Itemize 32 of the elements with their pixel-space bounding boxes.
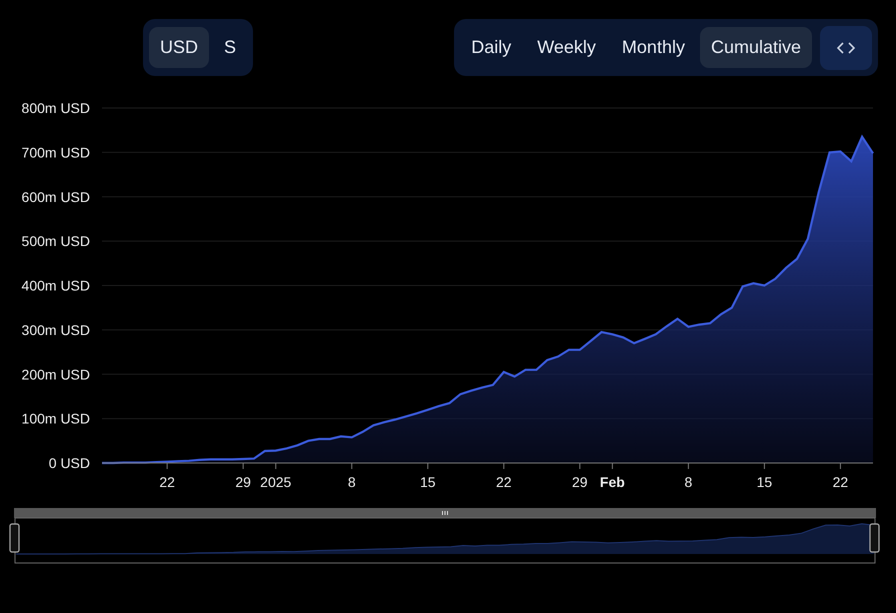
y-axis-label: 0 USD (48, 455, 90, 471)
x-axis-label: 8 (348, 474, 356, 490)
x-axis-label: 29 (235, 474, 251, 490)
x-axis-label: Feb (600, 474, 625, 490)
x-axis-label: 15 (420, 474, 436, 490)
period-tab[interactable]: Monthly (610, 27, 696, 68)
y-axis-label: 400m USD (22, 278, 90, 294)
period-tab[interactable]: Cumulative (700, 27, 812, 68)
period-tab[interactable]: Weekly (526, 27, 607, 68)
currency-button[interactable]: USD (149, 27, 210, 68)
x-axis-label: 22 (496, 474, 512, 490)
x-axis-label: 29 (572, 474, 588, 490)
y-axis-label: 100m USD (22, 410, 90, 427)
period-tab[interactable]: Daily (460, 27, 522, 68)
x-axis-label: 22 (159, 474, 175, 490)
code-icon (837, 42, 855, 54)
y-axis-label: 600m USD (22, 188, 90, 205)
range-handle[interactable] (9, 523, 20, 553)
y-axis-label: 300m USD (22, 322, 90, 338)
range-handle[interactable] (869, 523, 880, 553)
x-axis-label: 8 (684, 474, 692, 490)
y-axis-label: 700m USD (22, 144, 90, 160)
slider-bar[interactable] (14, 508, 876, 518)
grip-icon (442, 511, 448, 515)
x-axis-label: 2025 (260, 474, 292, 490)
x-axis-label: 22 (832, 474, 848, 490)
y-axis-label: 500m USD (22, 233, 90, 250)
currency-button[interactable]: S (213, 27, 248, 68)
embed-button[interactable] (820, 26, 872, 70)
x-axis-label: 15 (756, 474, 772, 490)
y-axis-label: 200m USD (22, 366, 90, 382)
y-axis-label: 800m USD (22, 100, 90, 116)
